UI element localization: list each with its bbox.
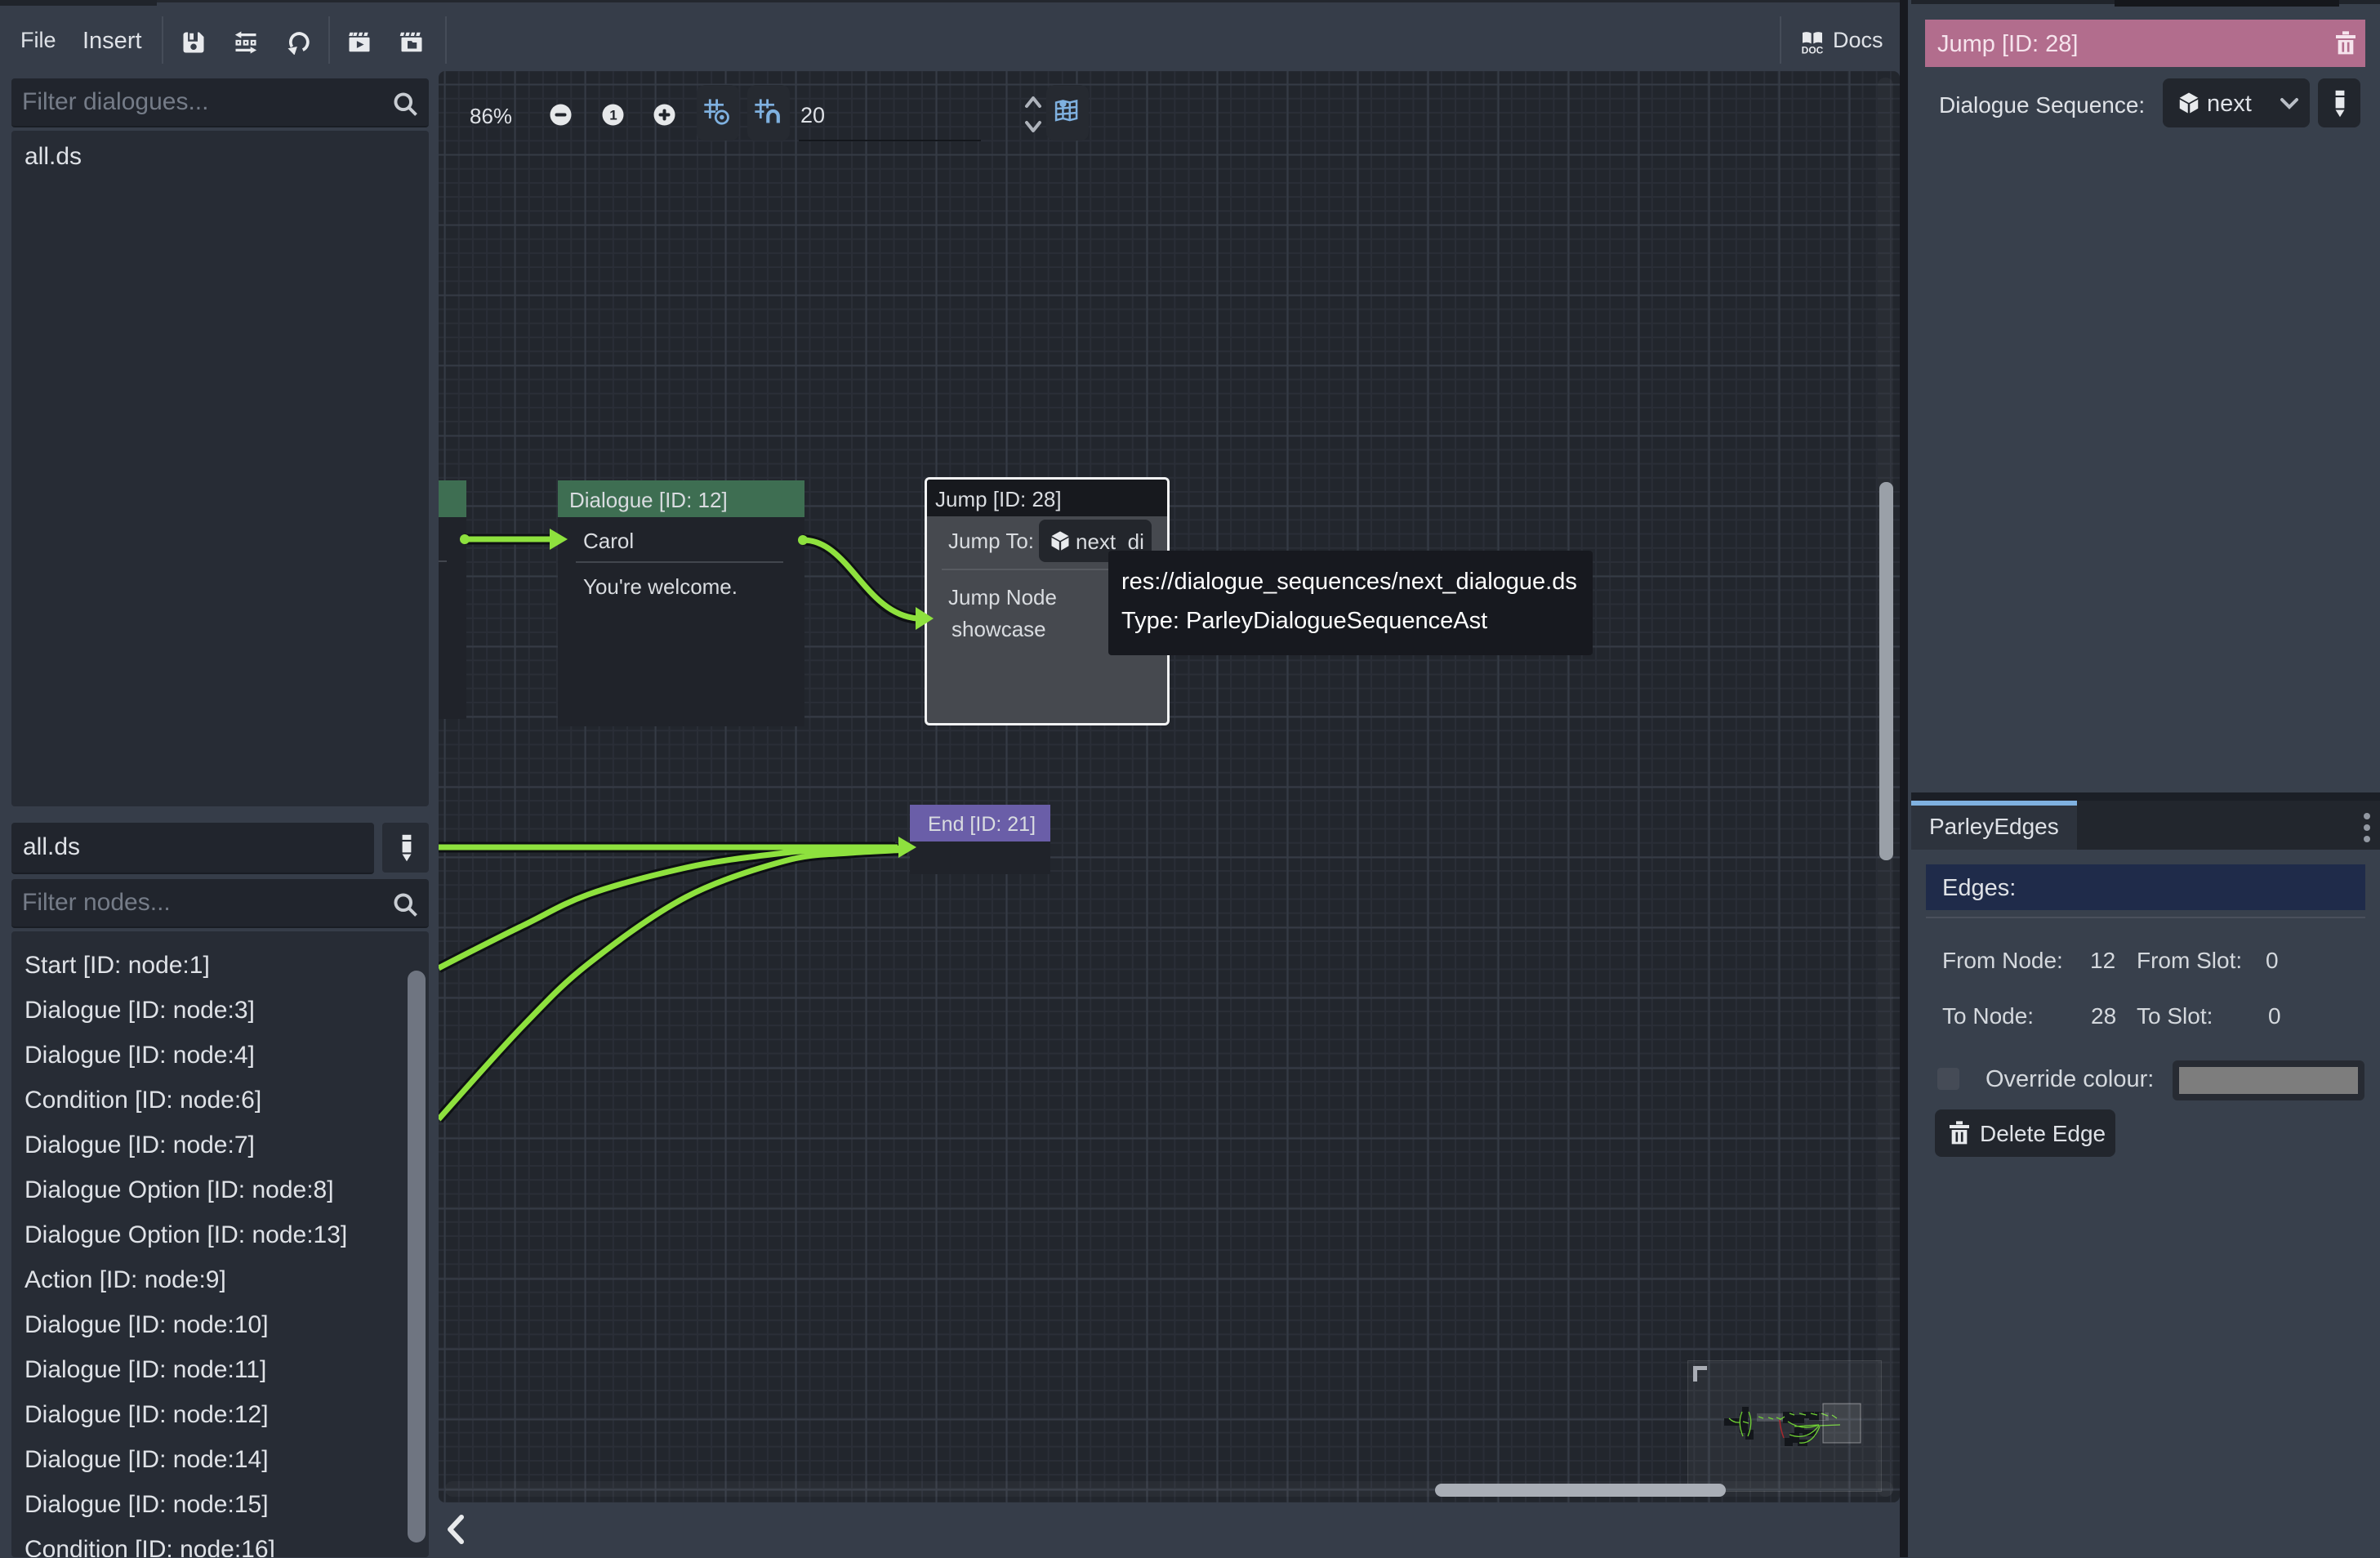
svg-text:1: 1 (609, 108, 617, 123)
svg-text:DOC: DOC (1802, 44, 1824, 56)
